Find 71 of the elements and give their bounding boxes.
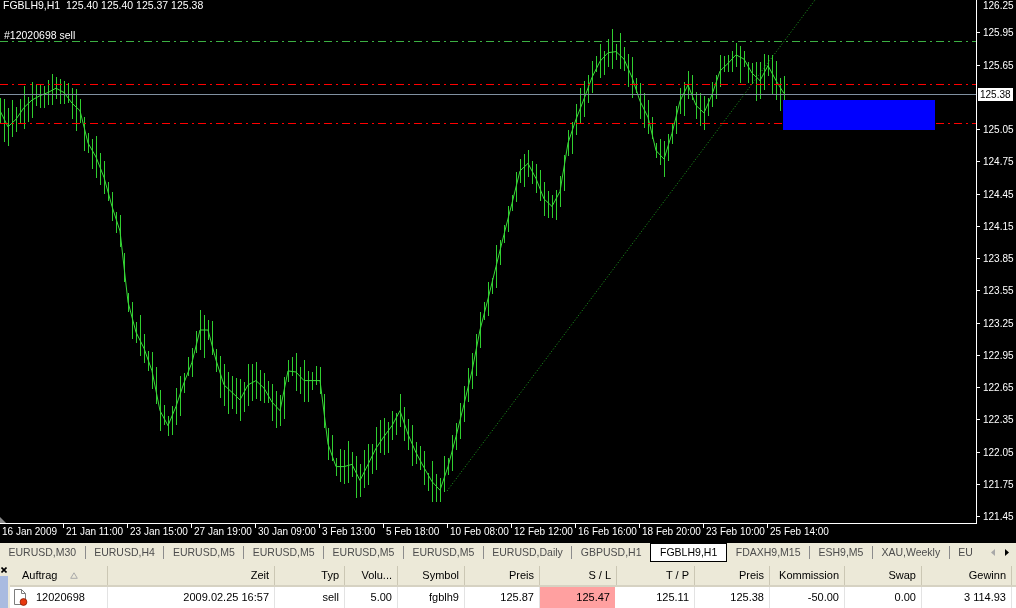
price-axis-label: 124.45: [983, 188, 1014, 201]
column-header[interactable]: Auftrag: [10, 566, 108, 585]
chart-tab[interactable]: XAU,Weekly: [872, 543, 949, 562]
price-axis-label: 125.65: [983, 59, 1014, 72]
price-axis-label: 126.25: [983, 0, 1014, 12]
column-header[interactable]: T / P: [617, 566, 695, 585]
time-axis-label: 16 Jan 2009: [2, 526, 59, 538]
current-price-label: 125.38: [978, 87, 1013, 101]
time-axis-label: 12 Feb 12:00: [514, 526, 574, 538]
table-cell: 5.00: [345, 587, 398, 608]
time-axis-label: 25 Feb 14:00: [770, 526, 830, 538]
chart-tab[interactable]: ESH9,M5: [810, 543, 872, 562]
column-header[interactable]: Gewinn: [922, 566, 1012, 585]
table-cell: 125.11: [617, 587, 695, 608]
table-cell-text: 12020698: [36, 590, 85, 606]
price-axis-label: 125.95: [983, 26, 1014, 39]
chart-tab[interactable]: EURUSD,M5: [244, 543, 324, 562]
order-label: #12020698 sell: [4, 28, 76, 41]
table-cell: fgblh9: [398, 587, 465, 608]
chart-tab[interactable]: EURUSD,M30: [0, 543, 85, 562]
price-axis-label: 122.35: [983, 413, 1014, 426]
triangle-icon: [0, 517, 6, 523]
chart-tab[interactable]: EURUSD,M5: [164, 543, 244, 562]
price-axis-label: 122.65: [983, 381, 1014, 394]
chart-tab[interactable]: EURUSD,M5: [324, 543, 403, 562]
price-axis-label: 122.05: [983, 446, 1014, 459]
chart-tab[interactable]: EURUSD,H4: [85, 543, 164, 562]
price-axis-label: 124.15: [983, 220, 1014, 233]
time-axis-label: 30 Jan 09:00: [258, 526, 317, 538]
price-axis-label: 125.05: [983, 123, 1014, 136]
chart-tab[interactable]: FDAXH9,M15: [727, 543, 809, 562]
table-cell: 0.00: [845, 587, 922, 608]
chart-tab[interactable]: EURUSD,M5: [403, 543, 483, 562]
column-header[interactable]: S / L: [540, 566, 617, 585]
price-axis-label: 123.55: [983, 284, 1014, 297]
chart-tab[interactable]: FGBLH9,H1: [650, 543, 728, 562]
price-axis-label: 124.75: [983, 155, 1014, 168]
column-header[interactable]: Kommission: [770, 566, 845, 585]
time-axis-label: 23 Jan 15:00: [130, 526, 189, 538]
chart-tab[interactable]: GBPUSD,H1: [572, 543, 651, 562]
time-axis-label: 21 Jan 11:00: [66, 526, 125, 538]
table-cell: 125.47: [540, 587, 617, 608]
chart-tab[interactable]: EU: [949, 543, 982, 562]
sort-triangle-icon: [70, 572, 79, 579]
table-cell: 3 114.93: [922, 587, 1012, 608]
table-cell: 2009.02.25 16:57: [108, 587, 275, 608]
close-icon: [1, 567, 7, 573]
table-cell: -50.00: [770, 587, 845, 608]
table-cell: 125.38: [695, 587, 770, 608]
column-header[interactable]: Symbol: [398, 566, 465, 585]
chart-tab[interactable]: EURUSD,Daily: [483, 543, 572, 562]
table-cell: sell: [275, 587, 345, 608]
price-axis-label: 123.85: [983, 252, 1014, 265]
price-axis-label: 121.45: [983, 510, 1014, 523]
column-header[interactable]: Preis: [695, 566, 770, 585]
time-axis-label: 3 Feb 13:00: [322, 526, 377, 538]
column-header[interactable]: Preis: [465, 566, 540, 585]
price-axis-label: 121.75: [983, 478, 1014, 491]
time-axis-label: 16 Feb 16:00: [578, 526, 638, 538]
column-header[interactable]: Zeit: [108, 566, 275, 585]
column-header[interactable]: Volu...: [345, 566, 398, 585]
time-axis-label: 5 Feb 18:00: [386, 526, 441, 538]
time-axis-label: 23 Feb 10:00: [706, 526, 766, 538]
price-axis-label: 122.95: [983, 349, 1014, 362]
chart-title: FGBLH9,H1 125.40 125.40 125.37 125.38: [3, 0, 204, 11]
column-header[interactable]: Swap: [845, 566, 922, 585]
time-axis-label: 18 Feb 20:00: [642, 526, 702, 538]
time-axis-label: 27 Jan 19:00: [194, 526, 253, 538]
time-axis-label: 10 Feb 08:00: [450, 526, 510, 538]
price-axis-label: 123.25: [983, 317, 1014, 330]
column-header[interactable]: Typ: [275, 566, 345, 585]
